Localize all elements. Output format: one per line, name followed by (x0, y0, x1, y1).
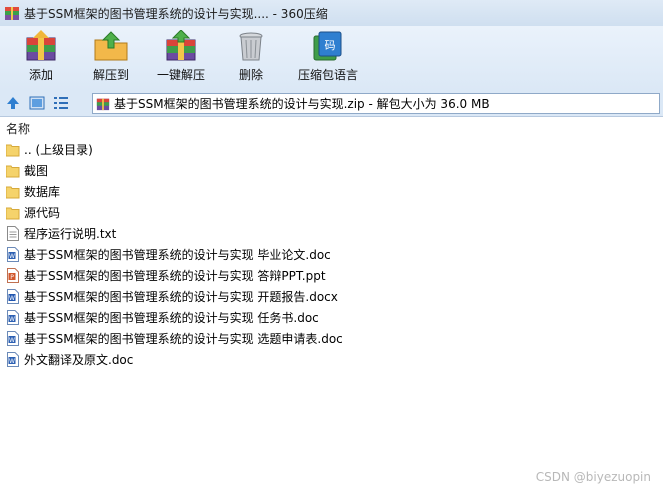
add-button[interactable]: 添加 (6, 26, 76, 90)
extract-to-icon (94, 31, 128, 61)
list-item[interactable]: 源代码 (0, 202, 663, 223)
arrow-up-icon (7, 97, 19, 109)
file-name: 截图 (24, 164, 49, 178)
list-view-icon (54, 97, 68, 109)
address-bar: 基于SSM框架的图书管理系统的设计与实现.zip - 解包大小为 36.0 MB (0, 90, 663, 117)
folder-icon (6, 163, 20, 179)
file-name: 基于SSM框架的图书管理系统的设计与实现 选题申请表.doc (24, 332, 343, 346)
svg-text:W: W (9, 316, 15, 323)
list-item[interactable]: W 基于SSM框架的图书管理系统的设计与实现 选题申请表.doc (0, 328, 663, 349)
column-name-header[interactable]: 名称 (6, 120, 30, 137)
list-item[interactable]: 数据库 (0, 181, 663, 202)
app-logo-icon (5, 7, 19, 20)
large-icons-view-icon (29, 96, 45, 110)
trash-icon (239, 32, 263, 61)
word-document-icon: W (6, 352, 20, 368)
extract-to-label: 解压到 (92, 68, 129, 82)
list-view-button[interactable] (50, 93, 72, 113)
svg-text:P: P (10, 274, 14, 281)
list-item[interactable]: W 基于SSM框架的图书管理系统的设计与实现 开题报告.docx (0, 286, 663, 307)
up-button[interactable] (2, 93, 24, 113)
one-click-extract-label: 一键解压 (156, 68, 205, 82)
svg-text:W: W (9, 295, 15, 302)
svg-text:W: W (9, 337, 15, 344)
word-document-icon: W (6, 247, 20, 263)
file-list: .. (上级目录) 截图 数据库 源代码 程序运行说明.txt W 基于SSM框… (0, 139, 663, 370)
file-name: 外文翻译及原文.doc (24, 353, 134, 367)
one-click-extract-icon (166, 30, 196, 61)
address-path: 基于SSM框架的图书管理系统的设计与实现.zip - 解包大小为 36.0 MB (114, 97, 490, 111)
folder-icon (6, 205, 20, 221)
zip-archive-icon (96, 98, 110, 110)
file-name: 程序运行说明.txt (24, 227, 117, 241)
add-archive-icon (26, 30, 56, 61)
list-item[interactable]: P 基于SSM框架的图书管理系统的设计与实现 答辩PPT.ppt (0, 265, 663, 286)
window-title: 基于SSM框架的图书管理系统的设计与实现.... - 360压缩 (24, 6, 328, 21)
svg-text:码: 码 (325, 39, 336, 52)
file-name: 数据库 (24, 185, 61, 199)
address-field[interactable]: 基于SSM框架的图书管理系统的设计与实现.zip - 解包大小为 36.0 MB (92, 93, 660, 114)
word-document-icon: W (6, 310, 20, 326)
list-item[interactable]: .. (上级目录) (0, 139, 663, 160)
archive-language-button[interactable]: 码 压缩包语言 (286, 26, 370, 90)
svg-text:W: W (9, 253, 15, 260)
svg-text:W: W (9, 358, 15, 365)
file-name: 源代码 (24, 206, 61, 220)
file-name: 基于SSM框架的图书管理系统的设计与实现 开题报告.docx (24, 290, 338, 304)
word-document-icon: W (6, 289, 20, 305)
list-item[interactable]: 程序运行说明.txt (0, 223, 663, 244)
powerpoint-document-icon: P (6, 268, 20, 284)
add-label: 添加 (28, 68, 53, 82)
list-item[interactable]: W 外文翻译及原文.doc (0, 349, 663, 370)
title-bar: 基于SSM框架的图书管理系统的设计与实现.... - 360压缩 (0, 0, 663, 26)
extract-to-button[interactable]: 解压到 (76, 26, 146, 90)
column-header[interactable]: 名称 (0, 118, 663, 138)
archive-language-label: 压缩包语言 (297, 68, 358, 82)
file-name: 基于SSM框架的图书管理系统的设计与实现 任务书.doc (24, 311, 319, 325)
archive-language-icon: 码 (313, 31, 342, 61)
file-name: 基于SSM框架的图书管理系统的设计与实现 毕业论文.doc (24, 248, 331, 262)
list-item[interactable]: 截图 (0, 160, 663, 181)
folder-icon (6, 184, 20, 200)
folder-icon (6, 142, 20, 158)
file-name: .. (上级目录) (24, 143, 93, 157)
one-click-extract-button[interactable]: 一键解压 (146, 26, 216, 90)
file-name: 基于SSM框架的图书管理系统的设计与实现 答辩PPT.ppt (24, 269, 326, 283)
text-file-icon (6, 226, 20, 242)
toolbar: 添加 解压到 一键解压 删除 码 压缩包语言 (0, 26, 663, 90)
delete-label: 删除 (238, 68, 263, 82)
large-icon-view-button[interactable] (26, 93, 48, 113)
delete-button[interactable]: 删除 (216, 26, 286, 90)
list-item[interactable]: W 基于SSM框架的图书管理系统的设计与实现 毕业论文.doc (0, 244, 663, 265)
list-item[interactable]: W 基于SSM框架的图书管理系统的设计与实现 任务书.doc (0, 307, 663, 328)
word-document-icon: W (6, 331, 20, 347)
watermark: CSDN @biyezuopin (535, 470, 651, 484)
